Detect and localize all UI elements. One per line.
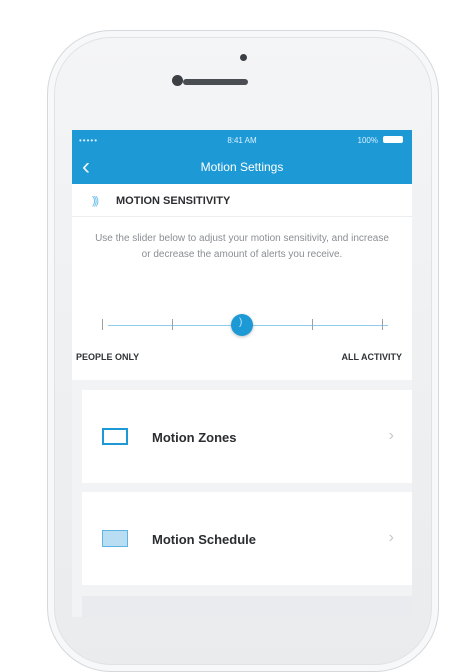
motion-zones-label: Motion Zones	[152, 430, 237, 445]
app-screen: ••••• 8:41 AM 100% ‹ Motion Settings )))…	[72, 130, 412, 617]
page-title: Motion Settings	[200, 160, 284, 174]
slider-tick[interactable]	[172, 319, 173, 330]
motion-waves-icon: )))	[92, 195, 99, 207]
earpiece-speaker	[183, 79, 248, 85]
slider-max-label: ALL ACTIVITY	[341, 352, 403, 362]
motion-schedule-label: Motion Schedule	[152, 532, 256, 547]
motion-schedule-row[interactable]: Motion Schedule ›	[82, 492, 412, 585]
slider-tick[interactable]	[102, 319, 103, 330]
motion-sensitivity-card: ))) MOTION SENSITIVITY Use the slider be…	[72, 184, 412, 380]
front-camera	[240, 54, 247, 61]
grip-icon: )	[239, 317, 243, 328]
slider-min-label: PEOPLE ONLY	[76, 352, 140, 362]
navigation-bar: ‹ Motion Settings	[72, 150, 412, 184]
list-footer	[82, 596, 412, 617]
sensitivity-header: ))) MOTION SENSITIVITY	[72, 184, 412, 217]
zones-frame-icon	[102, 428, 128, 445]
chevron-right-icon: ›	[388, 529, 394, 546]
slider-tick[interactable]	[382, 319, 383, 330]
battery-icon	[383, 136, 403, 143]
schedule-icon	[102, 530, 128, 547]
motion-zones-row[interactable]: Motion Zones ›	[82, 390, 412, 483]
chevron-right-icon: ›	[388, 427, 394, 444]
slider-tick[interactable]	[312, 319, 313, 330]
sensitivity-description: Use the slider below to adjust your moti…	[95, 233, 389, 260]
battery-percent: 100%	[357, 136, 378, 145]
status-bar: ••••• 8:41 AM 100%	[72, 130, 412, 150]
sensitivity-title: MOTION SENSITIVITY	[116, 195, 231, 207]
proximity-sensor	[172, 75, 183, 86]
slider-thumb[interactable]: )	[231, 314, 253, 336]
